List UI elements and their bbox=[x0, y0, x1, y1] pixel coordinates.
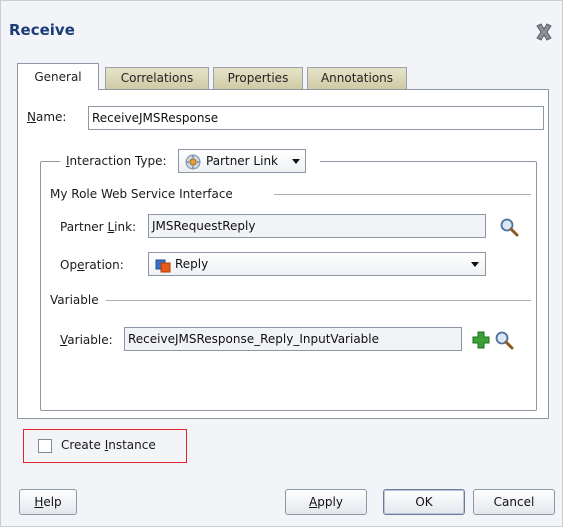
name-label: Name: bbox=[27, 110, 67, 124]
tab-properties[interactable]: Properties bbox=[213, 67, 303, 89]
interaction-type-value: Partner Link bbox=[206, 154, 278, 168]
variable-separator bbox=[106, 300, 531, 301]
my-role-header: My Role Web Service Interface bbox=[50, 187, 233, 201]
operation-icon bbox=[155, 257, 171, 280]
cancel-button[interactable]: Cancel bbox=[473, 489, 555, 515]
name-field[interactable]: ReceiveJMSResponse bbox=[88, 106, 544, 130]
my-role-separator bbox=[274, 194, 531, 195]
operation-dropdown[interactable]: Reply bbox=[148, 252, 486, 276]
variable-field[interactable]: ReceiveJMSResponse_Reply_InputVariable bbox=[124, 327, 462, 351]
variable-header: Variable bbox=[50, 293, 99, 307]
create-instance-checkbox[interactable] bbox=[38, 439, 52, 453]
interaction-type-dropdown[interactable]: Partner Link bbox=[178, 149, 306, 173]
partner-link-field[interactable]: JMSRequestReply bbox=[148, 214, 486, 238]
dialog-title: Receive bbox=[9, 21, 75, 39]
apply-button[interactable]: Apply bbox=[285, 489, 367, 515]
partner-link-label: Partner Link: bbox=[60, 220, 137, 234]
help-button[interactable]: Help bbox=[19, 489, 77, 515]
ok-button[interactable]: OK bbox=[383, 489, 465, 515]
search-icon[interactable] bbox=[494, 330, 514, 353]
interaction-type-label: Interaction Type: bbox=[66, 154, 167, 168]
chevron-down-icon bbox=[471, 262, 479, 267]
close-icon[interactable] bbox=[533, 21, 555, 43]
operation-label: Operation: bbox=[60, 258, 124, 272]
search-icon[interactable] bbox=[499, 217, 519, 240]
tab-correlations[interactable]: Correlations bbox=[105, 67, 209, 89]
general-panel: Name: ReceiveJMSResponse Interaction Typ… bbox=[17, 89, 549, 419]
tab-annotations[interactable]: Annotations bbox=[307, 67, 407, 89]
operation-value: Reply bbox=[175, 257, 209, 271]
receive-dialog: Receive General Correlations Properties … bbox=[0, 0, 563, 527]
create-instance-label[interactable]: Create Instance bbox=[61, 438, 156, 452]
interaction-header: Interaction Type: Partner Link bbox=[60, 148, 320, 174]
add-icon[interactable] bbox=[471, 330, 491, 353]
chevron-down-icon bbox=[292, 159, 300, 164]
variable-label: Variable: bbox=[60, 333, 113, 347]
partner-link-icon bbox=[184, 153, 202, 178]
tab-general[interactable]: General bbox=[17, 63, 99, 90]
